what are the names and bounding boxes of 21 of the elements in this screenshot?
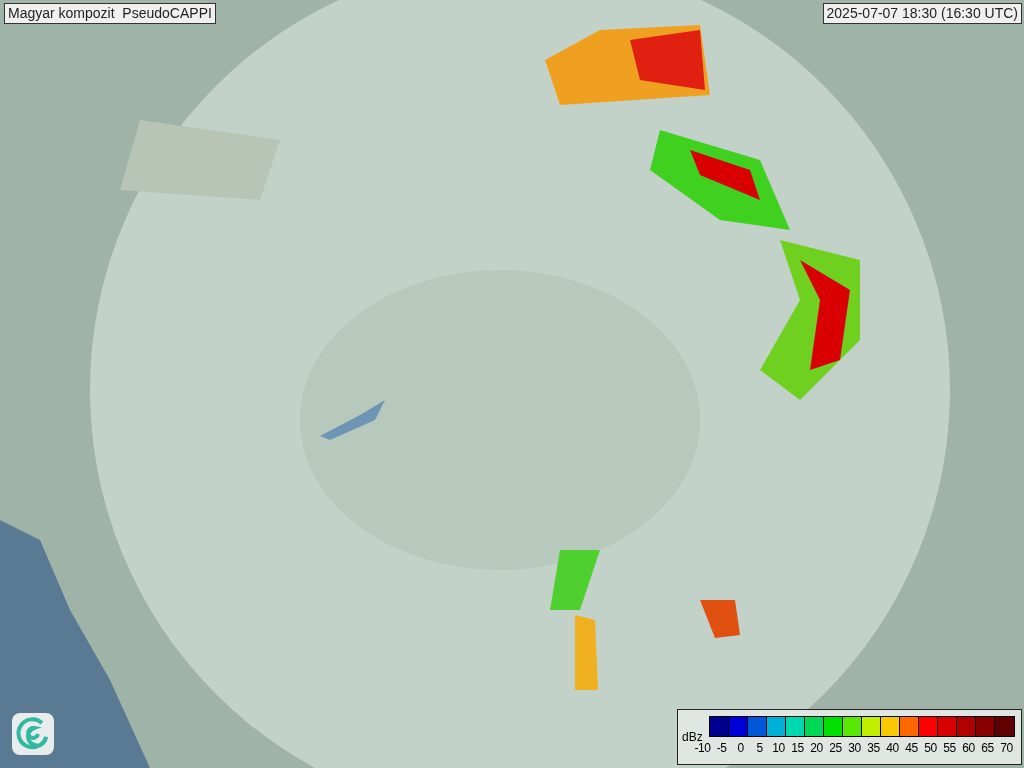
tick-label: 20 xyxy=(809,741,824,755)
timestamp: 2025-07-07 18:30 (16:30 UTC) xyxy=(822,3,1022,24)
tick-label: -5 xyxy=(715,741,728,755)
tick-label: 70 xyxy=(999,741,1014,755)
unit-label: dBz xyxy=(682,730,703,744)
tick-label: 0 xyxy=(736,741,745,755)
tick-label: 40 xyxy=(885,741,900,755)
tick-label: 45 xyxy=(904,741,919,755)
tick-label: 50 xyxy=(923,741,938,755)
tick-label: 30 xyxy=(847,741,862,755)
tick-label: 35 xyxy=(866,741,881,755)
tick-label: 10 xyxy=(771,741,786,755)
tick-label: 55 xyxy=(942,741,957,755)
swirl-icon xyxy=(12,713,54,755)
tick-label: 25 xyxy=(828,741,843,755)
tick-label: 60 xyxy=(961,741,976,755)
tick-label: -10 xyxy=(693,741,712,755)
map-title: Magyar kompozit PseudoCAPPI xyxy=(4,3,216,24)
tick-label: 15 xyxy=(790,741,805,755)
tick-label: 65 xyxy=(980,741,995,755)
tick-label: 5 xyxy=(755,741,764,755)
